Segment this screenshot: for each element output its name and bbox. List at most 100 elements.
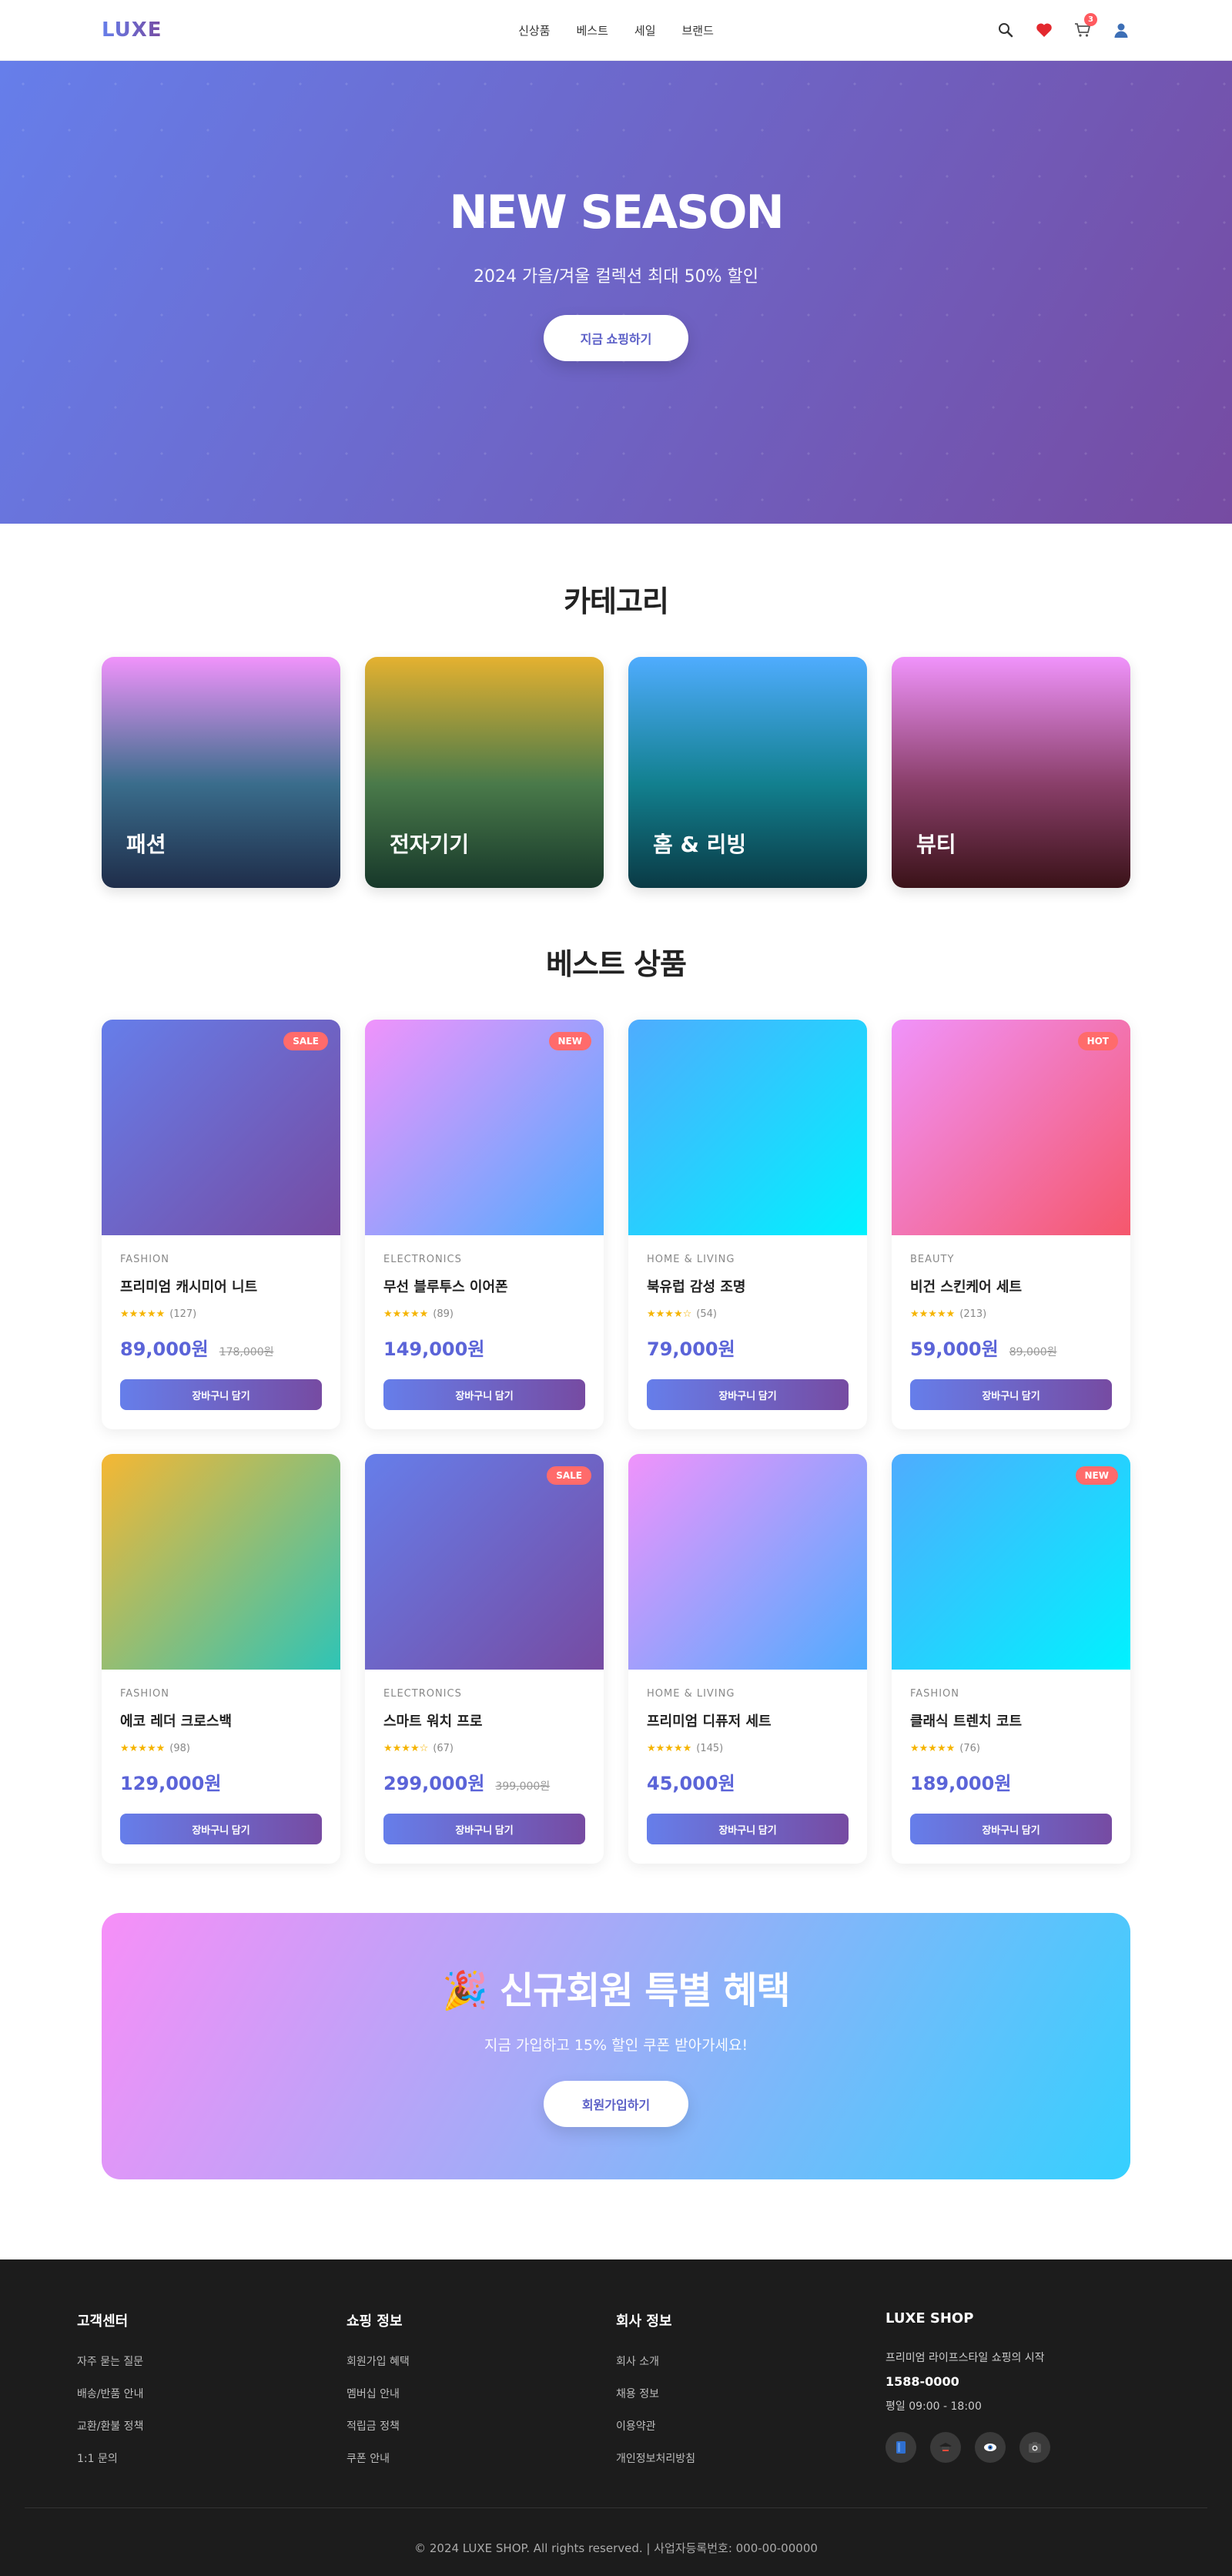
main-nav: 신상품 베스트 세일 브랜드: [518, 22, 714, 39]
footer-link[interactable]: 1:1 문의: [77, 2450, 346, 2466]
add-to-cart-button[interactable]: 장바구니 담기: [120, 1814, 322, 1844]
product-card[interactable]: NEW ELECTRONICS 무선 블루투스 이어폰 ★★★★★ (89) 1…: [365, 1020, 604, 1429]
product-rating: ★★★★★ (213): [910, 1308, 1112, 1320]
product-image[interactable]: [628, 1020, 867, 1235]
product-card[interactable]: NEW FASHION 클래식 트렌치 코트 ★★★★★ (76) 189,00…: [892, 1454, 1130, 1864]
product-name[interactable]: 프리미엄 디퓨저 세트: [647, 1710, 849, 1730]
product-name[interactable]: 북유럽 감성 조명: [647, 1276, 849, 1296]
add-to-cart-button[interactable]: 장바구니 담기: [647, 1814, 849, 1844]
star-icons: ★★★★☆: [647, 1308, 692, 1320]
product-image[interactable]: HOT: [892, 1020, 1130, 1235]
shop-title: LUXE SHOP: [886, 2310, 974, 2326]
product-image[interactable]: [628, 1454, 867, 1670]
product-image[interactable]: NEW: [365, 1020, 604, 1235]
book-icon[interactable]: [886, 2432, 916, 2463]
search-icon[interactable]: [996, 21, 1015, 39]
footer-link[interactable]: 이용약관: [616, 2418, 886, 2434]
product-rating: ★★★★★ (127): [120, 1308, 322, 1320]
footer-link[interactable]: 멤버십 안내: [346, 2386, 616, 2401]
product-name[interactable]: 스마트 워치 프로: [383, 1710, 585, 1730]
add-to-cart-button[interactable]: 장바구니 담기: [383, 1379, 585, 1410]
product-badge: NEW: [548, 1032, 591, 1050]
logo[interactable]: LUXE: [102, 18, 162, 42]
product-card[interactable]: HOME & LIVING 프리미엄 디퓨저 세트 ★★★★★ (145) 45…: [628, 1454, 867, 1864]
review-count: (98): [169, 1743, 190, 1754]
promo-subtitle: 지금 가입하고 15% 할인 쿠폰 받아가세요!: [484, 2036, 748, 2054]
product-grid: SALE FASHION 프리미엄 캐시미어 니트 ★★★★★ (127) 89…: [0, 1020, 1232, 1864]
nav-item-brand[interactable]: 브랜드: [682, 22, 714, 39]
product-name[interactable]: 비건 스킨케어 세트: [910, 1276, 1112, 1296]
product-image[interactable]: SALE: [102, 1020, 340, 1235]
heart-icon[interactable]: [1035, 21, 1053, 39]
footer-column-shop-info: LUXE SHOP 프리미엄 라이프스타일 쇼핑의 시작 1588-0000 평…: [886, 2310, 1155, 2483]
review-count: (89): [433, 1308, 454, 1320]
product-name[interactable]: 클래식 트렌치 코트: [910, 1710, 1112, 1730]
product-prices: 45,000원: [647, 1768, 849, 1795]
add-to-cart-button[interactable]: 장바구니 담기: [120, 1379, 322, 1410]
hero-subtitle: 2024 가을/겨울 컬렉션 최대 50% 할인: [474, 266, 758, 286]
add-to-cart-button[interactable]: 장바구니 담기: [910, 1814, 1112, 1844]
product-card[interactable]: FASHION 에코 레더 크로스백 ★★★★★ (98) 129,000원 장…: [102, 1454, 340, 1864]
category-label: 전자기기: [390, 832, 470, 857]
nav-item-sale[interactable]: 세일: [634, 22, 656, 39]
user-icon[interactable]: [1112, 21, 1130, 39]
footer-link[interactable]: 채용 정보: [616, 2386, 886, 2401]
footer-link[interactable]: 회원가입 혜택: [346, 2353, 616, 2369]
product-info: HOME & LIVING 북유럽 감성 조명 ★★★★☆ (54) 79,00…: [628, 1235, 867, 1410]
product-category: HOME & LIVING: [647, 1688, 735, 1700]
nav-item-best[interactable]: 베스트: [576, 22, 608, 39]
categories-title: 카테고리: [564, 585, 669, 618]
footer-link[interactable]: 적립금 정책: [346, 2418, 616, 2434]
signup-promo-banner: 🎉 신규회원 특별 혜택 지금 가입하고 15% 할인 쿠폰 받아가세요! 회원…: [102, 1913, 1130, 2179]
categories-section: 카테고리 패션 전자기기 홈 & 리빙 뷰티: [0, 524, 1232, 888]
product-card[interactable]: HOME & LIVING 북유럽 감성 조명 ★★★★☆ (54) 79,00…: [628, 1020, 867, 1429]
product-prices: 189,000원: [910, 1768, 1112, 1795]
product-info: HOME & LIVING 프리미엄 디퓨저 세트 ★★★★★ (145) 45…: [628, 1670, 867, 1844]
camera-icon[interactable]: [1019, 2432, 1050, 2463]
hero-banner: NEW SEASON 2024 가을/겨울 컬렉션 최대 50% 할인 지금 쇼…: [0, 61, 1232, 524]
signup-button[interactable]: 회원가입하기: [544, 2080, 688, 2127]
footer-link[interactable]: 교환/환불 정책: [77, 2418, 346, 2434]
footer-link[interactable]: 개인정보처리방침: [616, 2450, 886, 2466]
product-card[interactable]: SALE FASHION 프리미엄 캐시미어 니트 ★★★★★ (127) 89…: [102, 1020, 340, 1429]
product-name[interactable]: 프리미엄 캐시미어 니트: [120, 1276, 322, 1296]
product-image[interactable]: NEW: [892, 1454, 1130, 1670]
category-grid: 패션 전자기기 홈 & 리빙 뷰티: [0, 657, 1232, 888]
product-info: FASHION 에코 레더 크로스백 ★★★★★ (98) 129,000원 장…: [102, 1670, 340, 1844]
product-name[interactable]: 에코 레더 크로스백: [120, 1710, 322, 1730]
product-card[interactable]: HOT BEAUTY 비건 스킨케어 세트 ★★★★★ (213) 59,000…: [892, 1020, 1130, 1429]
category-label: 홈 & 리빙: [653, 832, 747, 857]
product-price: 89,000원: [120, 1338, 209, 1360]
product-image[interactable]: SALE: [365, 1454, 604, 1670]
star-icons: ★★★★★: [910, 1743, 956, 1754]
category-card-home-living[interactable]: 홈 & 리빙: [628, 657, 867, 888]
product-name[interactable]: 무선 블루투스 이어폰: [383, 1276, 585, 1296]
nav-item-new[interactable]: 신상품: [518, 22, 550, 39]
eye-icon[interactable]: [975, 2432, 1006, 2463]
review-count: (127): [169, 1308, 197, 1320]
product-prices: 299,000원 399,000원: [383, 1768, 585, 1795]
product-category: FASHION: [120, 1254, 169, 1265]
product-image[interactable]: [102, 1454, 340, 1670]
star-icons: ★★★★☆: [383, 1743, 429, 1754]
add-to-cart-button[interactable]: 장바구니 담기: [647, 1379, 849, 1410]
category-card-fashion[interactable]: 패션: [102, 657, 340, 888]
cart-icon[interactable]: 3: [1073, 13, 1097, 39]
category-card-electronics[interactable]: 전자기기: [365, 657, 604, 888]
category-card-beauty[interactable]: 뷰티: [892, 657, 1130, 888]
add-to-cart-button[interactable]: 장바구니 담기: [910, 1379, 1112, 1410]
product-info: ELECTRONICS 무선 블루투스 이어폰 ★★★★★ (89) 149,0…: [365, 1235, 604, 1410]
footer-link[interactable]: 배송/반품 안내: [77, 2386, 346, 2401]
footer-link[interactable]: 자주 묻는 질문: [77, 2353, 346, 2369]
star-icons: ★★★★★: [120, 1743, 166, 1754]
cap-icon[interactable]: [930, 2432, 961, 2463]
shop-phone: 1588-0000: [886, 2374, 959, 2389]
footer-link[interactable]: 쿠폰 안내: [346, 2450, 616, 2466]
add-to-cart-button[interactable]: 장바구니 담기: [383, 1814, 585, 1844]
product-prices: 149,000원: [383, 1334, 585, 1361]
footer-link[interactable]: 회사 소개: [616, 2353, 886, 2369]
product-category: HOME & LIVING: [647, 1254, 735, 1265]
shop-now-button[interactable]: 지금 쇼핑하기: [543, 314, 689, 361]
shop-hours: 평일 09:00 - 18:00: [886, 2400, 982, 2413]
product-card[interactable]: SALE ELECTRONICS 스마트 워치 프로 ★★★★☆ (67) 29…: [365, 1454, 604, 1864]
